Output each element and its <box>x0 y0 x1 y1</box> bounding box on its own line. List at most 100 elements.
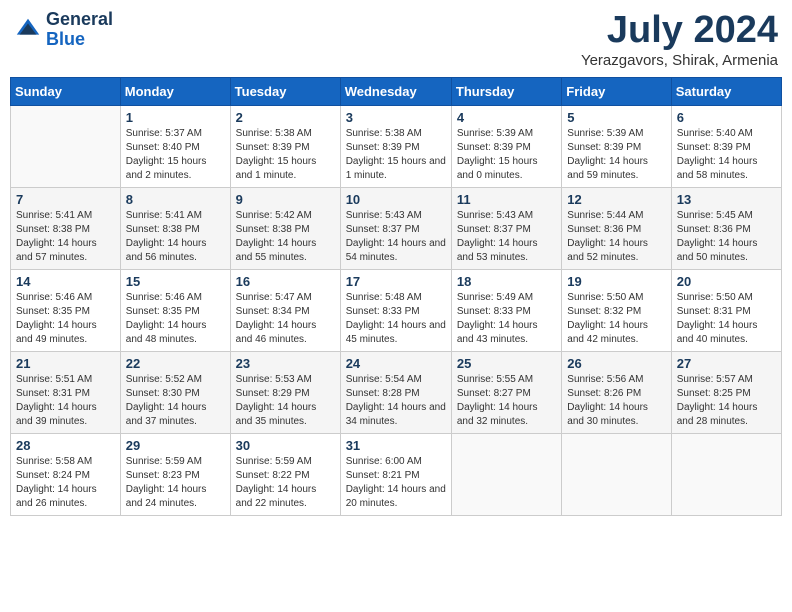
calendar-cell <box>11 105 121 187</box>
calendar-cell: 19Sunrise: 5:50 AM Sunset: 8:32 PM Dayli… <box>562 269 671 351</box>
day-info: Sunrise: 5:44 AM Sunset: 8:36 PM Dayligh… <box>567 209 665 265</box>
calendar-week-row: 14 Sunrise: 5:46 AM Sunset: 8:35 PM Dayli… <box>11 269 782 351</box>
day-info: Sunrise: 5:59 AM Sunset: 8:23 PM Dayligh… <box>126 455 225 511</box>
calendar-cell: 15 Sunrise: 5:46 AM Sunset: 8:35 PM Dayli… <box>120 269 230 351</box>
calendar-cell: 23 Sunrise: 5:53 AM Sunset: 8:29 PM Dayli… <box>230 351 340 433</box>
day-number: 9 <box>236 192 335 207</box>
title-block: July 2024 Yerazgavors, Shirak, Armenia <box>581 10 778 69</box>
calendar-cell: 6 Sunrise: 5:40 AM Sunset: 8:39 PM Daylig… <box>671 105 781 187</box>
day-info: Sunrise: 5:54 AM Sunset: 8:28 PM Dayligh… <box>346 373 446 429</box>
day-info: Sunrise: 5:43 AM Sunset: 8:37 PM Dayligh… <box>346 209 446 265</box>
calendar-cell: 12 Sunrise: 5:44 AM Sunset: 8:36 PM Dayli… <box>562 187 671 269</box>
weekday-header: Sunday <box>11 77 121 105</box>
day-info: Sunrise: 5:38 AM Sunset: 8:39 PM Dayligh… <box>236 127 335 183</box>
calendar-cell <box>562 433 671 515</box>
day-number: 4 <box>457 110 556 125</box>
calendar-cell: 7 Sunrise: 5:41 AM Sunset: 8:38 PM Daylig… <box>11 187 121 269</box>
calendar-cell: 16 Sunrise: 5:47 AM Sunset: 8:34 PM Dayli… <box>230 269 340 351</box>
day-number: 29 <box>126 438 225 453</box>
day-info: Sunrise: 5:55 AM Sunset: 8:27 PM Dayligh… <box>457 373 556 429</box>
day-info: Sunrise: 5:37 AM Sunset: 8:40 PM Dayligh… <box>126 127 225 183</box>
weekday-header: Monday <box>120 77 230 105</box>
location: Yerazgavors, Shirak, Armenia <box>581 52 778 69</box>
day-info: Sunrise: 5:43 AM Sunset: 8:37 PM Dayligh… <box>457 209 556 265</box>
day-number: 31 <box>346 438 446 453</box>
calendar-cell: 31 Sunrise: 6:00 AM Sunset: 8:21 PM Dayli… <box>340 433 451 515</box>
day-number: 25 <box>457 356 556 371</box>
day-number: 19 <box>567 274 665 289</box>
day-number: 26 <box>567 356 665 371</box>
day-number: 15 <box>126 274 225 289</box>
calendar-cell: 21Sunrise: 5:51 AM Sunset: 8:31 PM Dayli… <box>11 351 121 433</box>
calendar-cell: 3 Sunrise: 5:38 AM Sunset: 8:39 PM Daylig… <box>340 105 451 187</box>
day-info: Sunrise: 5:49 AM Sunset: 8:33 PM Dayligh… <box>457 291 556 347</box>
calendar-cell: 25 Sunrise: 5:55 AM Sunset: 8:27 PM Dayli… <box>451 351 561 433</box>
calendar-cell <box>451 433 561 515</box>
day-number: 7 <box>16 192 115 207</box>
calendar-cell: 4 Sunrise: 5:39 AM Sunset: 8:39 PM Daylig… <box>451 105 561 187</box>
day-number: 13 <box>677 192 776 207</box>
day-info: Sunrise: 5:41 AM Sunset: 8:38 PM Dayligh… <box>126 209 225 265</box>
day-number: 12 <box>567 192 665 207</box>
logo: General Blue <box>14 10 113 50</box>
logo-line2: Blue <box>46 30 113 50</box>
calendar-cell: 22Sunrise: 5:52 AM Sunset: 8:30 PM Dayli… <box>120 351 230 433</box>
calendar-cell: 10 Sunrise: 5:43 AM Sunset: 8:37 PM Dayli… <box>340 187 451 269</box>
logo-text: General Blue <box>46 10 113 50</box>
day-info: Sunrise: 5:38 AM Sunset: 8:39 PM Dayligh… <box>346 127 446 183</box>
day-number: 10 <box>346 192 446 207</box>
day-number: 14 <box>16 274 115 289</box>
day-info: Sunrise: 5:40 AM Sunset: 8:39 PM Dayligh… <box>677 127 776 183</box>
logo-line1: General <box>46 10 113 30</box>
day-info: Sunrise: 5:53 AM Sunset: 8:29 PM Dayligh… <box>236 373 335 429</box>
calendar-cell: 24Sunrise: 5:54 AM Sunset: 8:28 PM Dayli… <box>340 351 451 433</box>
day-number: 27 <box>677 356 776 371</box>
day-number: 17 <box>346 274 446 289</box>
day-number: 8 <box>126 192 225 207</box>
day-number: 5 <box>567 110 665 125</box>
day-info: Sunrise: 6:00 AM Sunset: 8:21 PM Dayligh… <box>346 455 446 511</box>
day-info: Sunrise: 5:46 AM Sunset: 8:35 PM Dayligh… <box>16 291 115 347</box>
day-number: 6 <box>677 110 776 125</box>
calendar-cell: 1Sunrise: 5:37 AM Sunset: 8:40 PM Daylig… <box>120 105 230 187</box>
day-info: Sunrise: 5:50 AM Sunset: 8:31 PM Dayligh… <box>677 291 776 347</box>
month-title: July 2024 <box>581 10 778 52</box>
calendar-cell: 11Sunrise: 5:43 AM Sunset: 8:37 PM Dayli… <box>451 187 561 269</box>
day-info: Sunrise: 5:46 AM Sunset: 8:35 PM Dayligh… <box>126 291 225 347</box>
calendar-cell <box>671 433 781 515</box>
day-number: 20 <box>677 274 776 289</box>
calendar-cell: 29 Sunrise: 5:59 AM Sunset: 8:23 PM Dayli… <box>120 433 230 515</box>
day-info: Sunrise: 5:39 AM Sunset: 8:39 PM Dayligh… <box>457 127 556 183</box>
calendar-cell: 18 Sunrise: 5:49 AM Sunset: 8:33 PM Dayli… <box>451 269 561 351</box>
day-info: Sunrise: 5:48 AM Sunset: 8:33 PM Dayligh… <box>346 291 446 347</box>
day-number: 23 <box>236 356 335 371</box>
day-info: Sunrise: 5:57 AM Sunset: 8:25 PM Dayligh… <box>677 373 776 429</box>
calendar-cell: 17 Sunrise: 5:48 AM Sunset: 8:33 PM Dayli… <box>340 269 451 351</box>
day-number: 21 <box>16 356 115 371</box>
weekday-header: Friday <box>562 77 671 105</box>
weekday-header: Thursday <box>451 77 561 105</box>
weekday-header: Saturday <box>671 77 781 105</box>
day-info: Sunrise: 5:39 AM Sunset: 8:39 PM Dayligh… <box>567 127 665 183</box>
day-number: 3 <box>346 110 446 125</box>
day-number: 2 <box>236 110 335 125</box>
calendar-cell: 2 Sunrise: 5:38 AM Sunset: 8:39 PM Daylig… <box>230 105 340 187</box>
calendar-cell: 28Sunrise: 5:58 AM Sunset: 8:24 PM Dayli… <box>11 433 121 515</box>
day-number: 22 <box>126 356 225 371</box>
day-info: Sunrise: 5:59 AM Sunset: 8:22 PM Dayligh… <box>236 455 335 511</box>
calendar-week-row: 1Sunrise: 5:37 AM Sunset: 8:40 PM Daylig… <box>11 105 782 187</box>
calendar-cell: 13Sunrise: 5:45 AM Sunset: 8:36 PM Dayli… <box>671 187 781 269</box>
weekday-header-row: SundayMondayTuesdayWednesdayThursdayFrid… <box>11 77 782 105</box>
calendar-cell: 30Sunrise: 5:59 AM Sunset: 8:22 PM Dayli… <box>230 433 340 515</box>
day-info: Sunrise: 5:47 AM Sunset: 8:34 PM Dayligh… <box>236 291 335 347</box>
weekday-header: Wednesday <box>340 77 451 105</box>
page-header: General Blue July 2024 Yerazgavors, Shir… <box>10 10 782 69</box>
calendar-cell: 8 Sunrise: 5:41 AM Sunset: 8:38 PM Daylig… <box>120 187 230 269</box>
day-info: Sunrise: 5:41 AM Sunset: 8:38 PM Dayligh… <box>16 209 115 265</box>
logo-icon <box>14 16 42 44</box>
day-number: 18 <box>457 274 556 289</box>
day-number: 16 <box>236 274 335 289</box>
calendar-cell: 14 Sunrise: 5:46 AM Sunset: 8:35 PM Dayli… <box>11 269 121 351</box>
day-number: 28 <box>16 438 115 453</box>
calendar-week-row: 28Sunrise: 5:58 AM Sunset: 8:24 PM Dayli… <box>11 433 782 515</box>
